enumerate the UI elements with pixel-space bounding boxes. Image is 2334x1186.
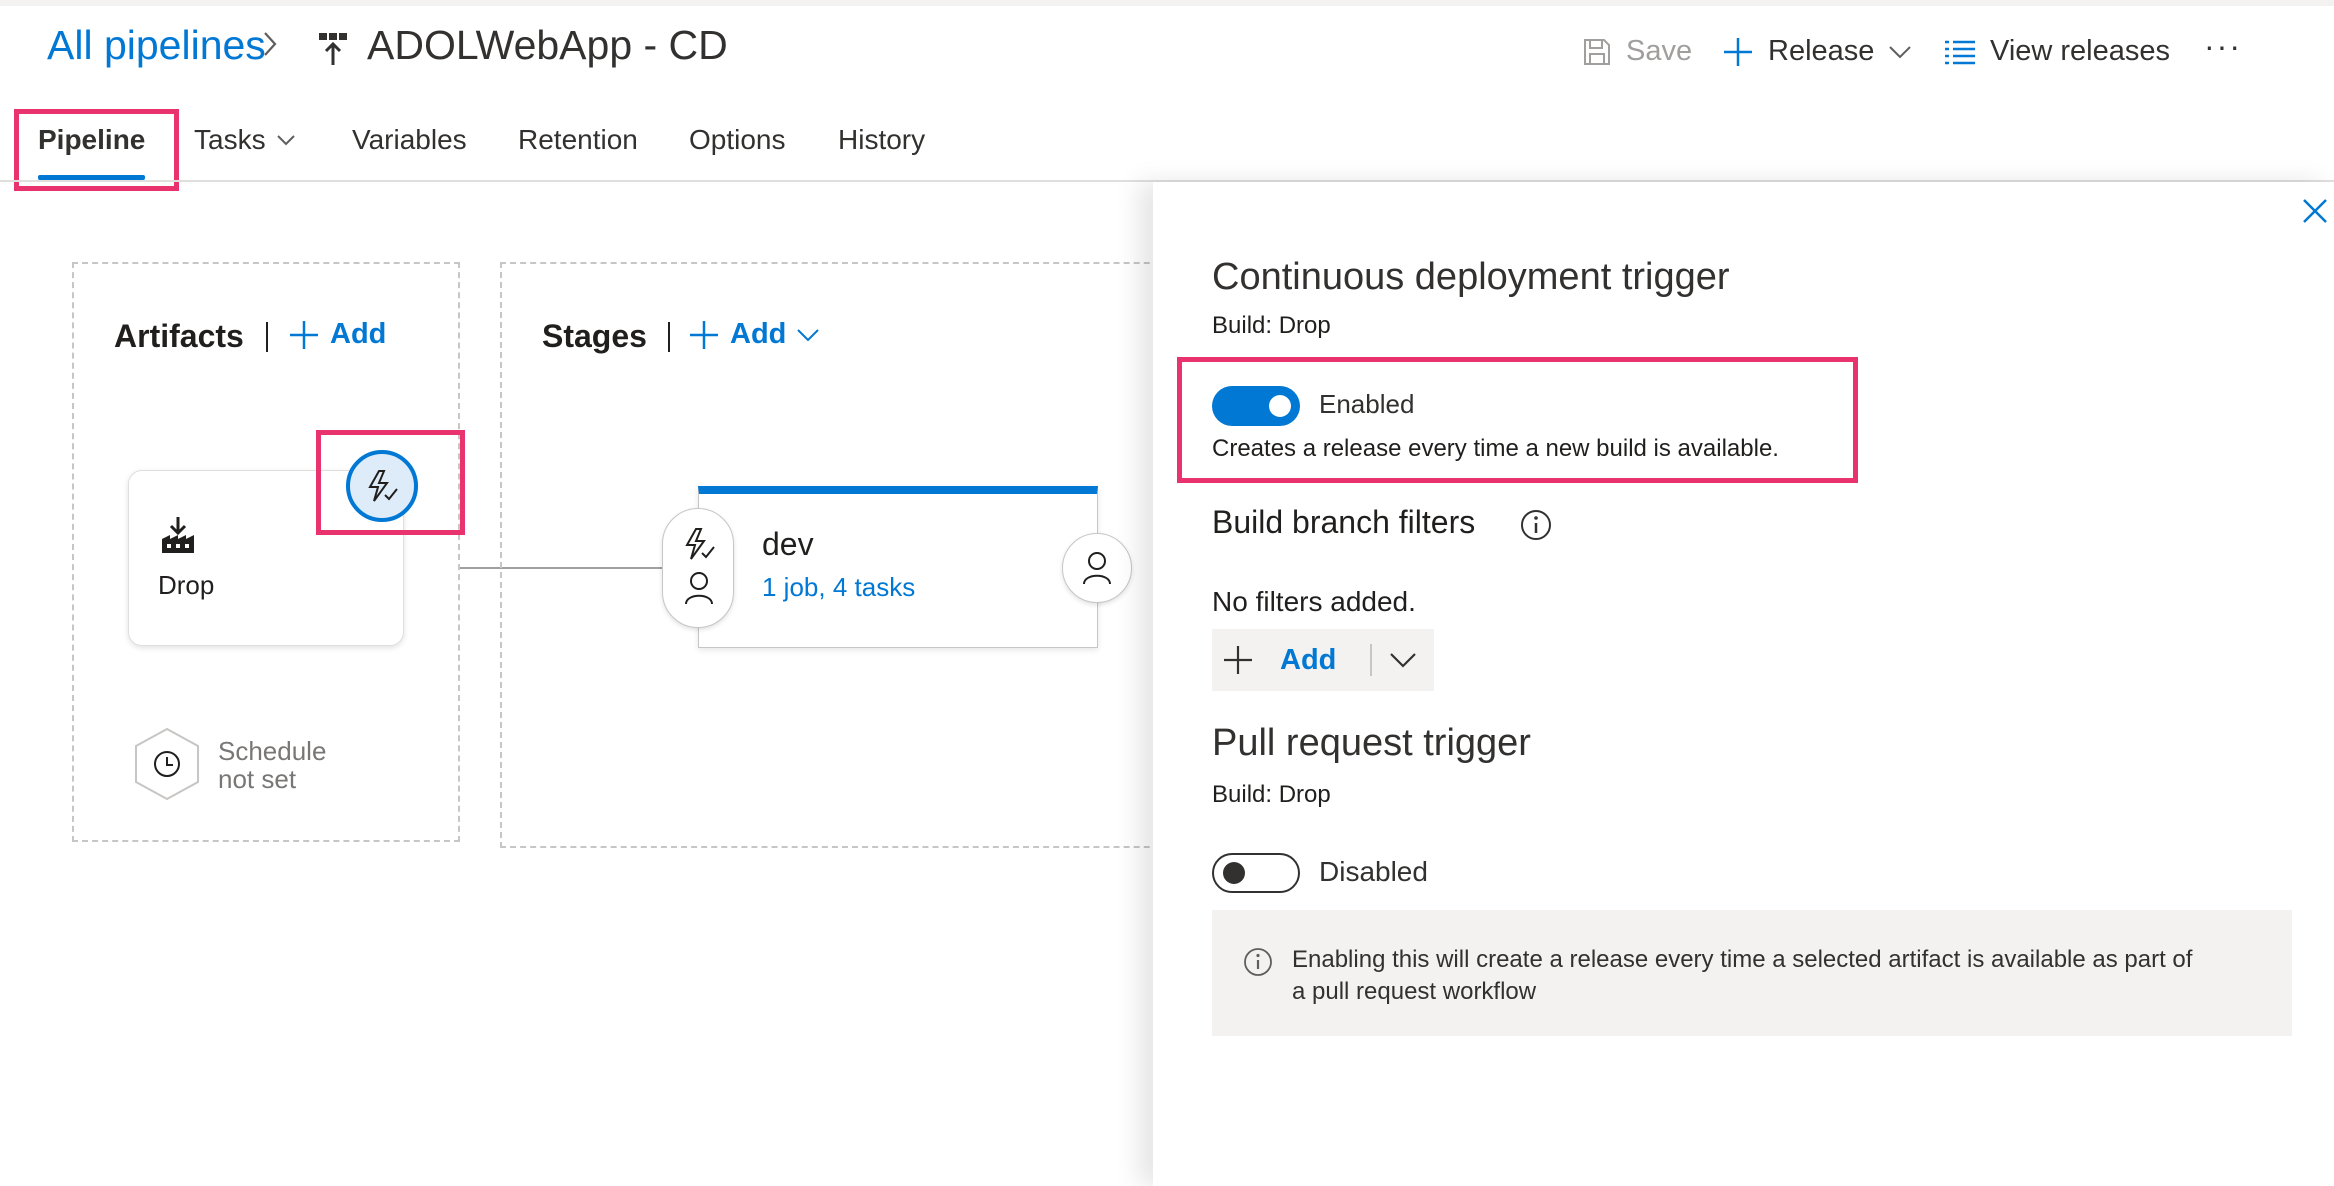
pr-trigger-title: Pull request trigger xyxy=(1212,722,1531,764)
cd-trigger-title: Continuous deployment trigger xyxy=(1212,256,1730,298)
release-button[interactable]: Release xyxy=(1722,35,1912,68)
stage-card-dev[interactable] xyxy=(698,486,1098,648)
view-releases-label: View releases xyxy=(1990,35,2171,67)
close-icon[interactable] xyxy=(2302,198,2328,224)
add-artifact-label: Add xyxy=(330,318,387,350)
tab-tasks-label: Tasks xyxy=(194,124,266,155)
cd-toggle-label: Enabled xyxy=(1319,389,1415,419)
save-label: Save xyxy=(1626,35,1693,67)
pr-toggle-label: Disabled xyxy=(1319,856,1428,887)
chevron-down-icon xyxy=(1390,653,1416,668)
toggle-knob xyxy=(1269,395,1291,417)
chevron-down-icon xyxy=(1889,45,1912,58)
list-icon xyxy=(1945,40,1975,64)
branch-filters-title: Build branch filters xyxy=(1212,504,1476,540)
tab-options[interactable]: Options xyxy=(689,124,786,156)
no-filters-text: No filters added. xyxy=(1212,586,1416,617)
pr-info-line2: a pull request workflow xyxy=(1292,978,1537,1005)
tab-retention[interactable]: Retention xyxy=(518,124,638,156)
add-stage-button[interactable]: Add xyxy=(688,318,820,351)
user-icon xyxy=(685,572,713,605)
tab-tasks[interactable]: Tasks xyxy=(194,124,296,156)
save-icon xyxy=(1584,38,1610,65)
lightning-check-icon xyxy=(368,470,398,502)
cd-trigger-description: Creates a release every time a new build… xyxy=(1212,435,1779,462)
release-label: Release xyxy=(1768,35,1875,67)
chevron-right-icon xyxy=(264,32,277,56)
info-icon[interactable] xyxy=(1520,509,1552,541)
artifacts-title: Artifacts xyxy=(114,318,244,354)
post-deployment-conditions-button[interactable] xyxy=(1062,533,1132,603)
tab-pipeline[interactable]: Pipeline xyxy=(38,124,145,156)
add-artifact-button[interactable]: Add xyxy=(288,318,386,351)
stage-name: dev xyxy=(762,526,814,562)
plus-icon xyxy=(690,320,718,349)
schedule-line1: Schedule xyxy=(218,736,327,766)
tab-variables[interactable]: Variables xyxy=(352,124,467,156)
stages-divider xyxy=(668,322,670,352)
filters-add-label: Add xyxy=(1280,643,1337,676)
release-pipeline-icon xyxy=(319,33,347,65)
top-border xyxy=(0,0,2334,6)
pr-info-text: Enabling this will create a release ever… xyxy=(1292,944,2192,1008)
chevron-down-icon xyxy=(797,328,820,341)
schedule-button[interactable] xyxy=(132,726,202,807)
stage-jobs-link[interactable]: 1 job, 4 tasks xyxy=(762,572,915,603)
user-icon xyxy=(1083,552,1111,585)
artifacts-divider xyxy=(266,322,268,352)
info-icon xyxy=(1244,948,1272,976)
more-actions-button[interactable]: ··· xyxy=(2204,28,2242,65)
lightning-check-icon xyxy=(685,528,715,560)
plus-icon xyxy=(1224,646,1252,674)
cd-trigger-button[interactable] xyxy=(346,450,418,522)
pr-trigger-build: Build: Drop xyxy=(1212,781,1331,808)
schedule-status: Schedule not set xyxy=(218,737,326,793)
chevron-down-icon xyxy=(276,135,295,146)
tab-history[interactable]: History xyxy=(838,124,925,156)
toggle-knob xyxy=(1223,862,1245,884)
breadcrumb-all-pipelines[interactable]: All pipelines xyxy=(47,22,266,69)
stages-title: Stages xyxy=(542,318,647,354)
artifact-name: Drop xyxy=(158,570,215,600)
cd-trigger-build: Build: Drop xyxy=(1212,312,1331,339)
plus-icon xyxy=(290,320,318,349)
filters-add-button[interactable]: Add xyxy=(1212,629,1368,691)
pr-trigger-toggle[interactable] xyxy=(1212,853,1300,893)
build-artifact-icon xyxy=(162,517,194,553)
add-stage-label: Add xyxy=(730,318,787,350)
save-button[interactable]: Save xyxy=(1582,35,1692,68)
schedule-clock-icon xyxy=(135,727,199,801)
schedule-line2: not set xyxy=(218,764,297,794)
plus-icon xyxy=(1724,37,1752,66)
pr-info-line1: Enabling this will create a release ever… xyxy=(1292,946,2193,973)
pipeline-title: ADOLWebApp - CD xyxy=(367,22,728,68)
filters-add-dropdown[interactable] xyxy=(1372,629,1434,691)
view-releases-button[interactable]: View releases xyxy=(1944,35,2170,68)
pre-deployment-conditions-button[interactable] xyxy=(662,508,734,628)
cd-trigger-toggle[interactable] xyxy=(1212,386,1300,426)
